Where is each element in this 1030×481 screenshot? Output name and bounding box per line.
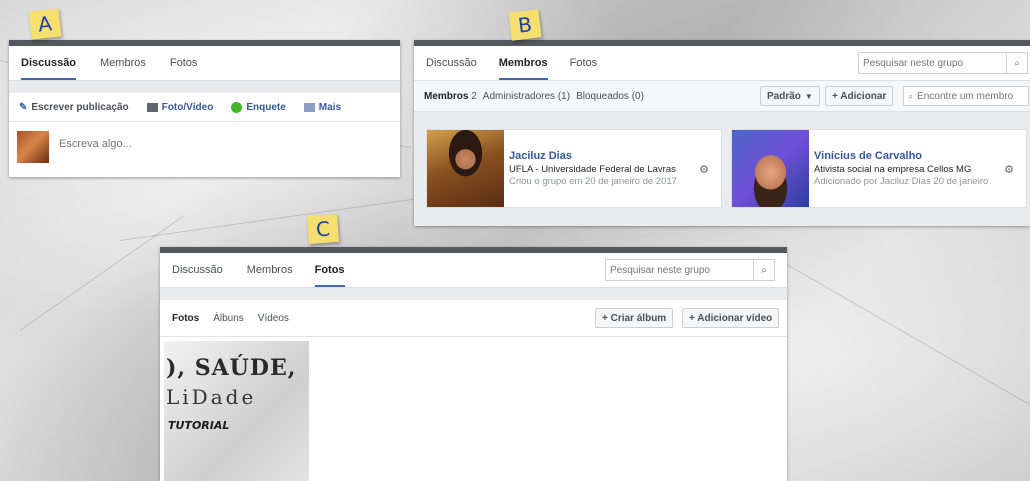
more-action[interactable]: Mais <box>303 101 342 113</box>
tab-members[interactable]: Membros <box>237 253 303 287</box>
filter-members-label: Membros <box>424 90 469 102</box>
tab-members[interactable]: Membros <box>489 46 558 80</box>
group-tabs: Discussão Membros Fotos ⌕ <box>160 253 787 288</box>
filter-blocked[interactable]: Bloqueados (0) <box>576 91 644 102</box>
filter-admins-count: (1) <box>557 90 571 102</box>
composer: ✎ Escrever publicação Foto/Vídeo Enquete… <box>9 93 400 177</box>
filter-members-count: 2 <box>471 90 477 102</box>
photo-video-label: Foto/Vídeo <box>161 101 214 113</box>
write-post-action[interactable]: ✎ Escrever publicação <box>19 102 129 113</box>
subtab-photos[interactable]: Fotos <box>172 313 199 324</box>
member-detail: Ativista social na empresa Cellos MG <box>814 164 972 175</box>
photo-icon <box>146 102 158 112</box>
tab-photos[interactable]: Fotos <box>160 46 208 80</box>
find-member-input[interactable] <box>913 87 1030 105</box>
search-icon[interactable]: ⌕ <box>753 260 774 280</box>
member-card[interactable]: Vinícius de Carvalho Ativista social na … <box>731 129 1027 208</box>
avatar <box>732 130 809 207</box>
group-search: ⌕ <box>605 259 775 281</box>
photo-grid: ), SAÚDE, LiDade TUTORIAL <box>160 337 787 481</box>
search-icon[interactable]: ⌕ <box>1006 53 1027 73</box>
panel-a-discussion: Discussão Membros Fotos ✎ Escrever publi… <box>9 40 400 177</box>
filter-blocked-count: (0) <box>631 90 644 102</box>
tab-photos[interactable]: Fotos <box>560 46 608 80</box>
sort-dropdown[interactable]: Padrão ▼ <box>760 86 820 106</box>
poll-icon <box>231 101 243 113</box>
add-member-button[interactable]: + Adicionar <box>825 86 894 106</box>
composer-actions: ✎ Escrever publicação Foto/Vídeo Enquete… <box>9 93 400 122</box>
chevron-down-icon: ▼ <box>804 91 813 101</box>
panel-b-members: Discussão Membros Fotos ⌕ Membros 2 Admi… <box>414 40 1030 226</box>
search-input[interactable] <box>606 261 753 279</box>
gear-icon[interactable]: ⚙ <box>699 163 709 176</box>
gear-icon[interactable]: ⚙ <box>1004 163 1014 176</box>
more-icon <box>303 102 315 112</box>
tab-discussion[interactable]: Discussão <box>416 46 487 80</box>
avatar <box>17 131 49 163</box>
filter-admins-label: Administradores <box>482 90 556 102</box>
panel-c-photos: Discussão Membros Fotos ⌕ Fotos Álbuns V… <box>160 247 787 481</box>
note-c: C <box>307 213 339 245</box>
photo-video-action[interactable]: Foto/Vídeo <box>146 101 214 113</box>
paper-crease <box>779 260 1030 411</box>
composer-input[interactable] <box>57 137 381 151</box>
tab-discussion[interactable]: Discussão <box>162 253 233 287</box>
find-member-box: ⌕ <box>903 86 1030 106</box>
group-tabs: Discussão Membros Fotos ⌕ <box>414 46 1030 81</box>
create-album-button[interactable]: + Criar álbum <box>595 308 674 328</box>
subtab-albums[interactable]: Álbuns <box>213 313 244 324</box>
member-detail: UFLA - Universidade Federal de Lavras <box>509 164 676 175</box>
note-a: A <box>28 8 62 40</box>
filter-members[interactable]: Membros 2 <box>424 91 477 102</box>
subtab-videos[interactable]: Vídeos <box>258 313 289 324</box>
sort-label: Padrão <box>767 90 801 102</box>
tab-photos[interactable]: Fotos <box>305 253 355 287</box>
poll-label: Enquete <box>246 101 286 113</box>
pencil-icon: ✎ <box>19 101 28 113</box>
add-video-button[interactable]: + Adicionar vídeo <box>682 308 780 328</box>
search-input[interactable] <box>859 54 1006 72</box>
filter-blocked-label: Bloqueados <box>576 90 629 102</box>
tab-members[interactable]: Membros <box>90 46 156 80</box>
avatar <box>427 130 504 207</box>
write-post-label: Escrever publicação <box>31 101 129 113</box>
group-tabs: Discussão Membros Fotos <box>9 46 400 81</box>
member-subdetail: Adicionado por Jaciluz Dias 20 de janeir… <box>814 176 989 187</box>
member-name[interactable]: Jaciluz Dias <box>509 150 572 162</box>
member-card[interactable]: Jaciluz Dias UFLA - Universidade Federal… <box>426 129 722 208</box>
poll-action[interactable]: Enquete <box>231 101 286 113</box>
more-label: Mais <box>318 101 342 113</box>
filter-admins[interactable]: Administradores (1) <box>483 91 570 102</box>
thumbnail-text-line3: TUTORIAL <box>168 419 230 432</box>
members-filter-bar: Membros 2 Administradores (1) Bloqueados… <box>414 81 1030 112</box>
group-search: ⌕ <box>858 52 1028 74</box>
thumbnail-text-line2: LiDade <box>166 385 257 409</box>
photos-subtabs: Fotos Álbuns Vídeos + Criar álbum + Adic… <box>160 300 787 337</box>
note-b: B <box>508 9 542 41</box>
tab-discussion[interactable]: Discussão <box>11 46 86 80</box>
thumbnail-text-line1: ), SAÚDE, <box>166 355 297 381</box>
member-name[interactable]: Vinícius de Carvalho <box>814 150 922 162</box>
member-subdetail: Criou o grupo em 20 de janeiro de 2017 <box>509 176 677 187</box>
photo-thumbnail[interactable]: ), SAÚDE, LiDade TUTORIAL <box>164 341 309 481</box>
